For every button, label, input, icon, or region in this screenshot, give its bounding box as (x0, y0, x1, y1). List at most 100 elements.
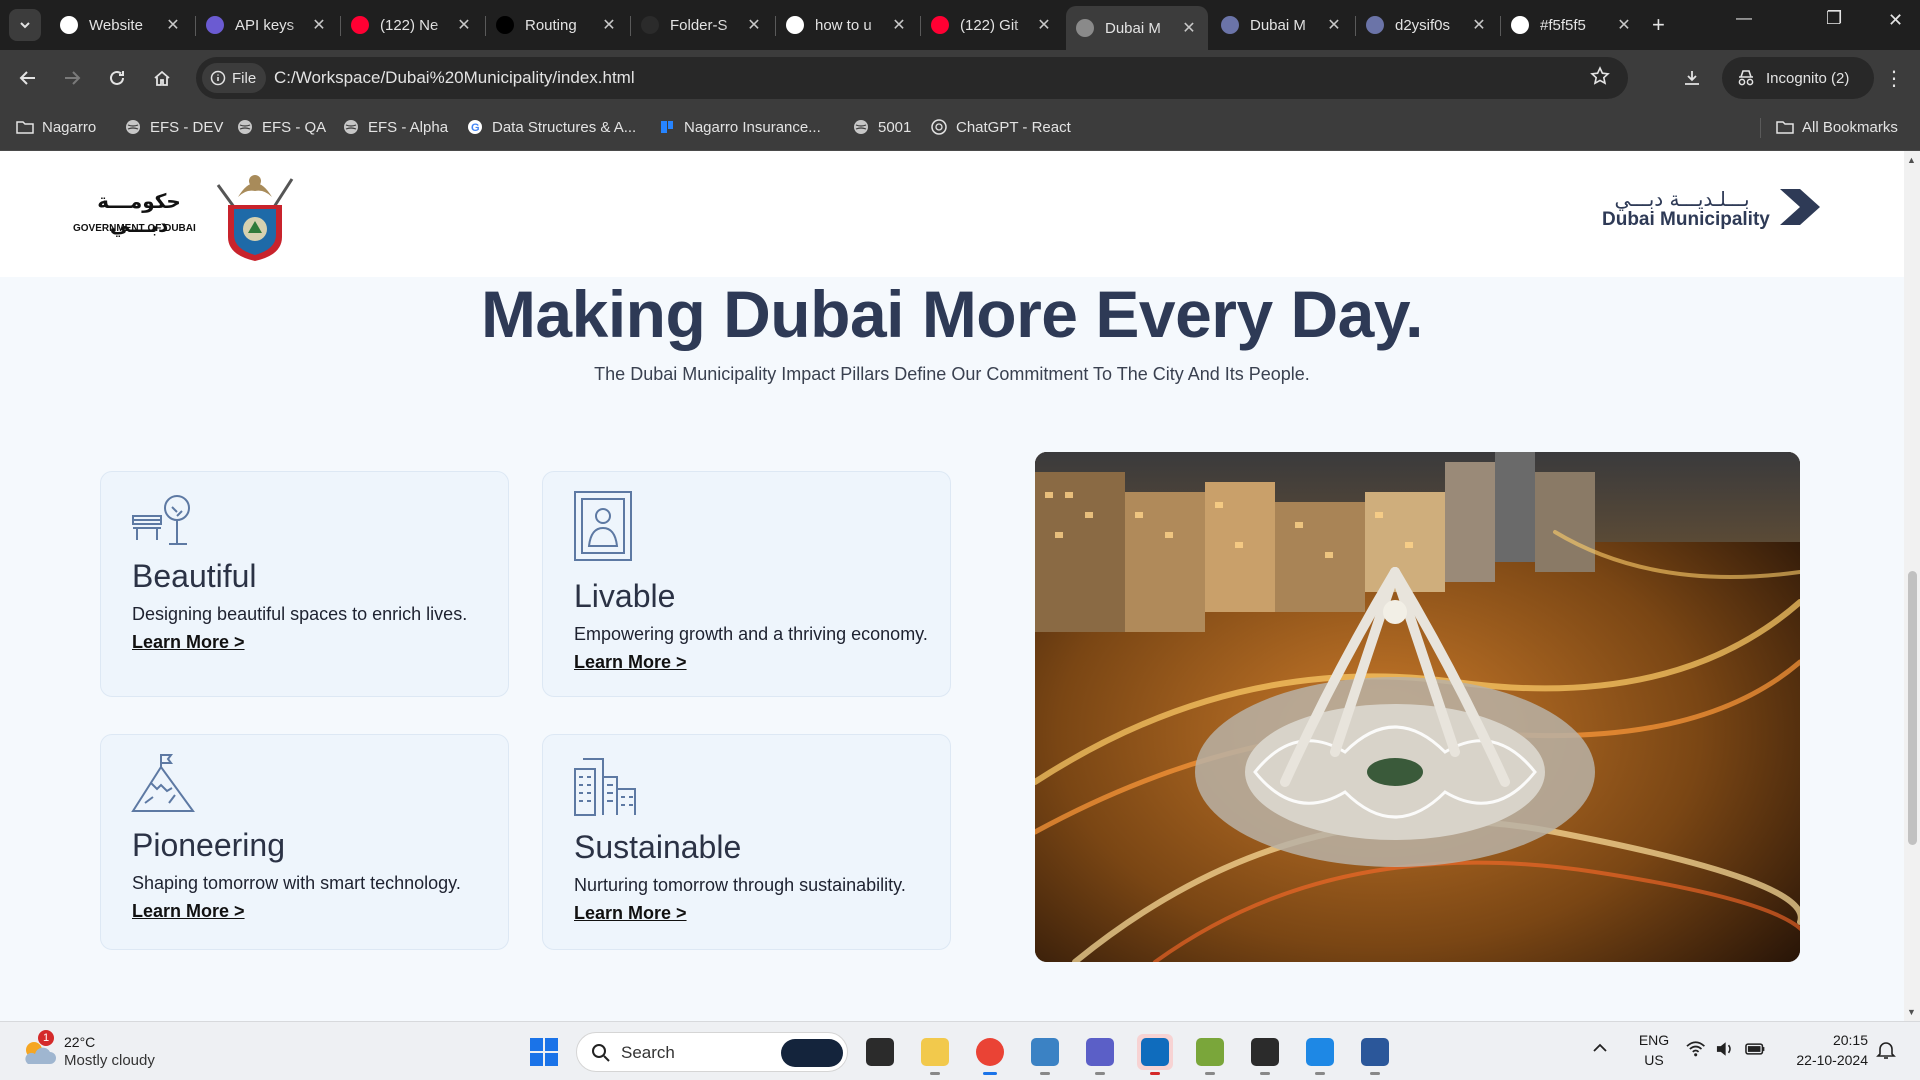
tab-strip: Website ✕ API keys ✕ (122) Ne ✕ Routing ✕ Folder… (0, 0, 1920, 50)
outlook-taskbar-button[interactable] (1137, 1034, 1173, 1075)
bookmark-item[interactable]: EFS - QA (236, 118, 326, 136)
notepad-taskbar-button[interactable] (1027, 1034, 1063, 1075)
minimize-icon[interactable]: — (1736, 10, 1752, 28)
pillar-title: Sustainable (574, 829, 742, 865)
close-tab-icon[interactable]: ✕ (745, 15, 763, 35)
scroll-up-icon[interactable]: ▲ (1907, 155, 1916, 165)
file-explorer-taskbar-button[interactable] (917, 1034, 953, 1075)
site-info-chip[interactable]: File (202, 63, 267, 93)
task-view-taskbar-button[interactable] (862, 1034, 898, 1070)
word-taskbar-button[interactable] (1357, 1034, 1393, 1075)
close-tab-icon[interactable]: ✕ (1035, 15, 1053, 35)
learn-more-link[interactable]: Learn More > (132, 632, 245, 653)
bookmark-star-icon[interactable] (1590, 66, 1610, 91)
clock-time: 20:15 (1832, 1032, 1868, 1048)
close-tab-icon[interactable]: ✕ (890, 15, 908, 35)
tab-title: (122) Ne (380, 16, 439, 34)
close-tab-icon[interactable]: ✕ (1615, 15, 1633, 35)
forward-button[interactable] (58, 64, 86, 92)
tab-11[interactable]: #f5f5f5 ✕ (1501, 6, 1643, 44)
dubai-municipality-logo[interactable]: بـــلـديـــة دبـــي Dubai Municipality (1594, 187, 1824, 243)
bookmark-item[interactable]: ChatGPT - React (930, 118, 1071, 136)
learn-more-link[interactable]: Learn More > (574, 652, 687, 673)
back-button[interactable] (14, 64, 42, 92)
terminal-icon (1251, 1038, 1279, 1066)
pillar-card-pioneering[interactable]: Pioneering Shaping tomorrow with smart t… (100, 734, 509, 950)
tab-title: how to u (815, 16, 872, 34)
bookmark-item[interactable]: Nagarro Insurance... (658, 118, 821, 136)
clock[interactable]: 20:15 22-10-2024 (1782, 1030, 1868, 1070)
pillar-card-livable[interactable]: Livable Empowering growth and a thriving… (542, 471, 951, 697)
government-of-dubai-logo[interactable]: حكومـــة دبـــي GOVERNMENT OF DUBAI (70, 167, 310, 263)
weather-widget[interactable]: 1 22°C Mostly cloudy (20, 1030, 180, 1074)
pillar-card-sustainable[interactable]: Sustainable Nurturing tomorrow through s… (542, 734, 951, 950)
teams-taskbar-button[interactable] (1082, 1034, 1118, 1075)
new-tab-button[interactable]: + (1652, 12, 1665, 38)
github-icon (641, 16, 659, 34)
running-indicator (983, 1072, 997, 1075)
learn-more-link[interactable]: Learn More > (574, 903, 687, 924)
chrome-taskbar-button[interactable] (972, 1034, 1008, 1075)
running-indicator (1205, 1072, 1215, 1075)
close-tab-icon[interactable]: ✕ (310, 15, 328, 35)
close-tab-icon[interactable]: ✕ (1325, 15, 1343, 35)
learn-more-link[interactable]: Learn More > (132, 901, 245, 922)
tab-6[interactable]: how to u ✕ (776, 6, 918, 44)
word-icon (1361, 1038, 1389, 1066)
tab-search-button[interactable] (9, 9, 41, 41)
lang-top: ENG (1638, 1032, 1670, 1048)
running-indicator (1095, 1072, 1105, 1075)
bookmark-item[interactable]: EFS - Alpha (342, 118, 448, 136)
home-button[interactable] (148, 64, 176, 92)
close-tab-icon[interactable]: ✕ (1180, 18, 1198, 38)
openai-icon (206, 16, 224, 34)
bookmark-item[interactable]: 5001 (852, 118, 911, 136)
incognito-button[interactable]: Incognito (2) (1722, 57, 1874, 99)
tab-9[interactable]: Dubai M ✕ (1211, 6, 1353, 44)
notification-bell-icon[interactable] (1876, 1040, 1896, 1065)
bookmark-item[interactable]: Nagarro (16, 118, 96, 136)
clock-date: 22-10-2024 (1796, 1052, 1868, 1068)
bookmark-item[interactable]: G Data Structures & A... (466, 118, 636, 136)
running-indicator (1315, 1072, 1325, 1075)
reload-button[interactable] (103, 64, 131, 92)
tab-10[interactable]: d2ysif0s ✕ (1356, 6, 1498, 44)
terminal-taskbar-button[interactable] (1247, 1034, 1283, 1075)
task-view-icon (866, 1038, 894, 1066)
taskbar-search[interactable]: Search (576, 1032, 848, 1072)
start-button[interactable] (526, 1034, 562, 1070)
show-hidden-icons[interactable] (1592, 1040, 1612, 1060)
image-editor-taskbar-button[interactable] (1192, 1034, 1228, 1075)
system-tray-icons[interactable] (1686, 1040, 1766, 1064)
scrollbar-thumb[interactable] (1908, 571, 1917, 845)
youtube-icon (931, 16, 949, 34)
close-tab-icon[interactable]: ✕ (455, 15, 473, 35)
vscode-taskbar-button[interactable] (1302, 1034, 1338, 1075)
address-bar[interactable]: File C:/Workspace/Dubai%20Municipality/i… (196, 57, 1628, 99)
pillar-description: Designing beautiful spaces to enrich liv… (132, 604, 468, 624)
close-tab-icon[interactable]: ✕ (1470, 15, 1488, 35)
tab-8[interactable]: Dubai M ✕ (1066, 6, 1208, 50)
pillar-description: Empowering growth and a thriving economy… (574, 624, 928, 644)
pillar-card-beautiful[interactable]: Beautiful Designing beautiful spaces to … (100, 471, 509, 697)
all-bookmarks-button[interactable]: All Bookmarks (1776, 118, 1898, 136)
close-window-icon[interactable]: ✕ (1888, 10, 1903, 31)
bookmark-item[interactable]: EFS - DEV (124, 118, 223, 136)
tab-1[interactable]: Website ✕ (50, 6, 192, 44)
close-tab-icon[interactable]: ✕ (164, 15, 182, 35)
url-text[interactable]: C:/Workspace/Dubai%20Municipality/index.… (274, 68, 635, 88)
language-indicator[interactable]: ENG US (1634, 1030, 1674, 1070)
tab-4[interactable]: Routing ✕ (486, 6, 628, 44)
scroll-down-icon[interactable]: ▼ (1907, 1007, 1916, 1017)
tab-2[interactable]: API keys ✕ (196, 6, 338, 44)
tab-3[interactable]: (122) Ne ✕ (341, 6, 483, 44)
page-scrollbar[interactable]: ▲ ▼ (1904, 151, 1920, 1021)
download-icon[interactable] (1678, 64, 1706, 92)
tab-5[interactable]: Folder-S ✕ (631, 6, 773, 44)
tab-7[interactable]: (122) Git ✕ (921, 6, 1063, 44)
menu-kebab-icon[interactable]: ⋮ (1880, 64, 1908, 92)
close-tab-icon[interactable]: ✕ (600, 15, 618, 35)
restore-icon[interactable]: ❐ (1826, 8, 1842, 29)
windows-logo-icon (530, 1038, 558, 1066)
globe-icon (124, 118, 142, 136)
